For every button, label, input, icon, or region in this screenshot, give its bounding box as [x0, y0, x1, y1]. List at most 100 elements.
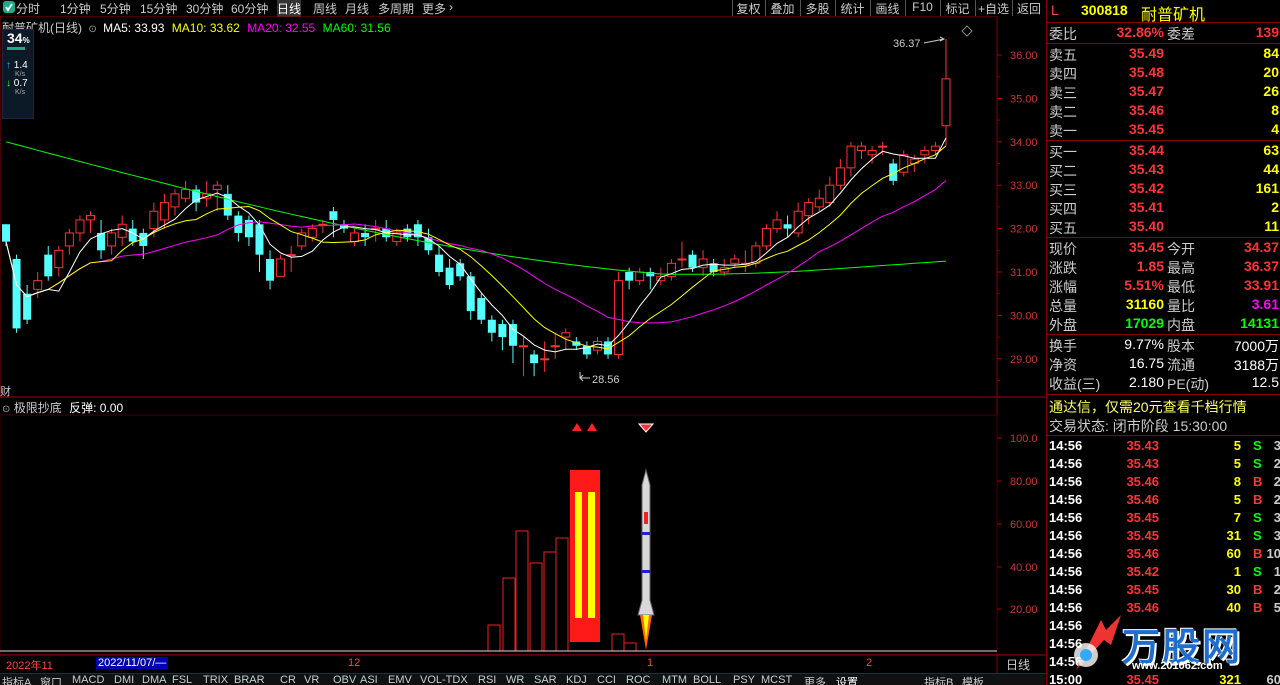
date-label: 2022年11: [6, 660, 53, 672]
divider: [1047, 394, 1280, 395]
indicator-tab[interactable]: EMV: [388, 674, 412, 685]
toolbar-button[interactable]: +自选: [975, 0, 1011, 16]
date-label: 12: [348, 657, 361, 669]
indicator-tab[interactable]: 模板: [962, 674, 984, 685]
chevron-right-icon[interactable]: ›: [449, 0, 453, 14]
ma60-label: MA60: 31.56: [322, 21, 391, 35]
sell-row: 卖三 35.47 26: [1047, 82, 1280, 101]
indicator-tab[interactable]: CCI: [597, 674, 616, 685]
indicator-tab[interactable]: TRIX: [203, 674, 228, 685]
indicator-tab[interactable]: ASI: [360, 674, 378, 685]
indicator-tab[interactable]: CR: [280, 674, 296, 685]
indicator-tab[interactable]: VR: [304, 674, 319, 685]
indicator-tab[interactable]: RSI: [478, 674, 496, 685]
indicator-tab[interactable]: FSL: [172, 674, 192, 685]
indicator-tab[interactable]: WR: [506, 674, 524, 685]
period-tab[interactable]: 周线: [313, 0, 337, 17]
period-tab[interactable]: 60分钟: [231, 0, 268, 17]
indicator-tab[interactable]: MCST: [761, 674, 792, 685]
toolbar-button[interactable]: 标记: [940, 0, 974, 16]
indicator-tab[interactable]: BOLL: [693, 674, 721, 685]
candle-up: [149, 210, 159, 230]
toolbar-button[interactable]: 叠加: [765, 0, 799, 16]
candle-up: [761, 228, 771, 247]
period-tab-more[interactable]: 更多: [422, 0, 446, 17]
candle-up: [920, 149, 930, 156]
tick-count: 3: [1273, 528, 1280, 543]
date-cursor-label: 2022/11/07/—: [96, 657, 169, 669]
tdx-app: 分时 1分钟 5分钟 15分钟 30分钟 60分钟 日线 周线 月线 多周期 更…: [0, 0, 1280, 685]
quote-row: 现价 35.45 今开 34.37: [1047, 238, 1280, 257]
toolbar-button[interactable]: 多股: [800, 0, 834, 16]
indicator-tab[interactable]: 设置: [836, 674, 858, 685]
tick-price: 35.45: [1126, 528, 1159, 543]
tick-volume: 40: [1226, 600, 1241, 615]
period-tab[interactable]: 月线: [345, 0, 369, 17]
indicator-tab[interactable]: MACD: [72, 674, 104, 685]
toolbar-button[interactable]: F10: [905, 0, 939, 16]
indicator-tick-label: 20.00: [1010, 604, 1038, 616]
period-tab[interactable]: 15分钟: [140, 0, 177, 17]
indicator-tab[interactable]: DMA: [142, 674, 166, 685]
price-tick-label: 29.00: [1010, 354, 1038, 366]
quote-row: 涨跌 1.85 最高 36.37: [1047, 257, 1280, 276]
finance-marker[interactable]: 财: [0, 383, 11, 399]
toolbar-button[interactable]: 统计: [835, 0, 869, 16]
tick-row: 14:56 35.42 1 S 1: [1047, 563, 1280, 581]
tick-volume: 31: [1226, 528, 1241, 543]
tick-volume: 321: [1219, 672, 1241, 685]
indicator-tab[interactable]: BRAR: [234, 674, 265, 685]
tick-price: 35.45: [1126, 582, 1159, 597]
indicator-tab[interactable]: VOL-TDX: [420, 674, 468, 685]
candle-up: [212, 184, 222, 191]
period-tab[interactable]: 多周期: [378, 0, 414, 17]
tick-row: 14:56 35.45 30 B 2: [1047, 581, 1280, 599]
indicator-name[interactable]: 极限抄底: [14, 401, 62, 415]
indicator-tab[interactable]: 窗口: [40, 674, 62, 685]
ad-row[interactable]: 通达信，仅需20元查看千档行情: [1047, 396, 1280, 415]
indicator-tab[interactable]: MTM: [662, 674, 687, 685]
quote-label: 涨幅: [1049, 279, 1077, 295]
tick-row: 14:56 35.46 60 B 10: [1047, 545, 1280, 563]
toolbar-button[interactable]: 画线: [870, 0, 904, 16]
period-tab-active[interactable]: 日线: [277, 0, 302, 17]
indicator-chevron-icon[interactable]: ⊙: [2, 404, 10, 415]
indicator-tab[interactable]: 指标A: [2, 674, 31, 685]
period-mode-label[interactable]: 日线: [1006, 656, 1030, 673]
quote-value: 31160: [1125, 296, 1164, 312]
toolbar-button[interactable]: 复权: [732, 0, 764, 16]
candle-down: [456, 263, 465, 277]
period-tab[interactable]: 分时: [16, 0, 40, 17]
candle-up: [930, 145, 940, 151]
date-label: 2: [866, 657, 873, 669]
quote-value: 17029: [1125, 315, 1164, 331]
candle-down: [477, 298, 486, 320]
sell-volume: 20: [1263, 64, 1279, 80]
candle-up: [33, 280, 43, 290]
toolbar-button[interactable]: 返回: [1012, 0, 1045, 16]
tick-row: 14:56 35.43 5 S 2: [1047, 455, 1280, 473]
indicator-tab[interactable]: OBV: [333, 674, 356, 685]
kline-chart[interactable]: 36.00 35.00 34.00 33.00 32.00 31.00 30.00 29.00…: [0, 16, 1045, 673]
rocket-band: [642, 570, 650, 573]
sell-row: 卖四 35.48 20: [1047, 63, 1280, 82]
period-tab[interactable]: 5分钟: [100, 0, 131, 17]
tick-time: 14:56: [1049, 528, 1083, 543]
chevron-down-icon[interactable]: ⊙: [88, 24, 96, 35]
period-tab[interactable]: 1分钟: [60, 0, 91, 17]
candle-down: [435, 254, 444, 272]
indicator-tab[interactable]: KDJ: [566, 674, 587, 685]
quote-value: 14131: [1240, 315, 1279, 331]
indicator-tab[interactable]: 更多: [804, 674, 826, 685]
high-annotation: 36.37: [893, 38, 921, 50]
indicator-tab[interactable]: PSY: [733, 674, 755, 685]
indicator-tab[interactable]: ROC: [626, 674, 650, 685]
indicator-tab[interactable]: DMI: [114, 674, 134, 685]
status-row: 交易状态: 闭市阶段 15:30:00: [1047, 415, 1280, 434]
indicator-tab[interactable]: 指标B: [924, 674, 953, 685]
buy-price: 35.44: [1128, 142, 1164, 158]
tick-price: 35.46: [1126, 600, 1159, 615]
tick-time: 14:56: [1049, 636, 1083, 651]
indicator-tab[interactable]: SAR: [534, 674, 557, 685]
period-tab[interactable]: 30分钟: [186, 0, 223, 17]
